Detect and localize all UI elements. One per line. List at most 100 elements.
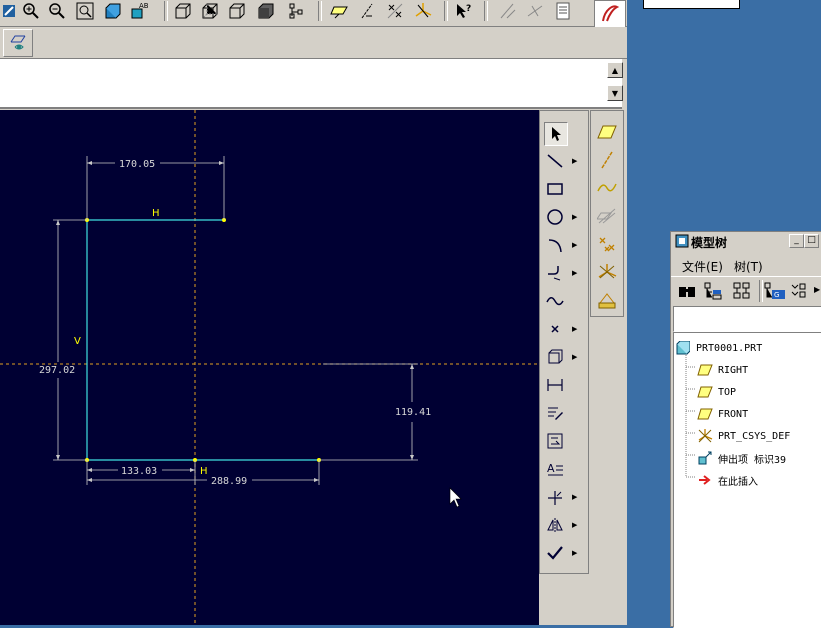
flyout-arrow-icon[interactable]: ▶: [572, 549, 577, 557]
flyout-arrow-icon[interactable]: ▶: [572, 269, 577, 277]
toolbar-separator: [759, 280, 763, 302]
toolbar-more-arrow-icon[interactable]: ▶: [814, 285, 820, 294]
minimize-button[interactable]: _: [789, 234, 804, 248]
dimension-bottom-short[interactable]: 133.03: [121, 466, 157, 477]
tree-filter-icon[interactable]: [704, 282, 724, 303]
datum-axes-display-icon[interactable]: [356, 0, 378, 22]
datum-points-display-icon[interactable]: [384, 0, 406, 22]
hidden-line-icon[interactable]: [199, 0, 221, 22]
constraint-icon: [544, 430, 566, 452]
text-icon: A: [544, 458, 566, 480]
tree-node-right[interactable]: RIGHT: [696, 360, 748, 380]
dimension-icon: [544, 374, 566, 396]
sketch-drawing: 170.05 297.02 119.41 133.03 288.99 H V H: [0, 110, 539, 625]
arc-tool[interactable]: ▶: [544, 232, 584, 258]
message-scroll-up-button[interactable]: ▲: [607, 62, 623, 78]
mouse-cursor-icon: [449, 487, 462, 508]
flyout-arrow-icon[interactable]: ▶: [572, 157, 577, 165]
spline-icon: [544, 290, 566, 312]
find-binoculars-icon[interactable]: [678, 283, 696, 302]
select-tool[interactable]: [544, 121, 584, 147]
toolbar-separator: [318, 1, 322, 21]
datum-planes-display-icon[interactable]: [328, 0, 350, 22]
reorient-icon[interactable]: [101, 0, 123, 22]
maximize-button[interactable]: □: [804, 234, 819, 248]
menu-tree[interactable]: 树(T): [734, 258, 763, 275]
trim-icon: [544, 486, 566, 508]
model-tree-toggle-icon[interactable]: [286, 0, 308, 22]
dimension-tool[interactable]: [544, 372, 584, 398]
svg-text:AB: AB: [139, 2, 148, 10]
tree-node-top[interactable]: TOP: [696, 382, 736, 402]
datum-point-icon: [599, 237, 615, 252]
tree-node-front[interactable]: FRONT: [696, 404, 748, 424]
flyout-arrow-icon[interactable]: ▶: [572, 493, 577, 501]
constraint-tool[interactable]: [544, 428, 584, 454]
wireframe-icon[interactable]: [172, 0, 194, 22]
model-tree-titlebar[interactable]: 模型树 _ □: [671, 232, 821, 250]
line-icon: [544, 150, 566, 172]
point-tool[interactable]: ▶: [544, 316, 584, 342]
saved-views-icon[interactable]: AB: [128, 0, 150, 22]
spline-tool[interactable]: [544, 288, 584, 314]
text-tool[interactable]: A: [544, 456, 584, 482]
analysis-tool[interactable]: [594, 287, 620, 313]
tree-node-insert-here[interactable]: 在此插入: [696, 470, 758, 490]
dimension-height[interactable]: 297.02: [39, 365, 75, 376]
protrusion-icon: [696, 450, 714, 466]
tree-node-protrusion[interactable]: 伸出项 标识39: [696, 448, 786, 468]
csys-display-icon[interactable]: [412, 0, 434, 22]
dimension-right-height[interactable]: 119.41: [395, 407, 431, 418]
flyout-arrow-icon[interactable]: ▶: [572, 241, 577, 249]
message-area: ▲ ▼: [0, 59, 623, 109]
flyout-arrow-icon[interactable]: ▶: [572, 325, 577, 333]
datum-axis-tool[interactable]: [594, 147, 620, 173]
rectangle-tool[interactable]: [544, 176, 584, 202]
coordinate-system-tool[interactable]: [594, 259, 620, 285]
datum-curve-tool[interactable]: [594, 175, 620, 201]
tree-node-csys[interactable]: PRT_CSYS_DEF: [696, 426, 790, 446]
datum-plane-icon: [597, 125, 617, 139]
sketch-view-icon[interactable]: [3, 29, 33, 57]
datum-plane-tool[interactable]: [594, 119, 620, 145]
done-sketch-tool[interactable]: ▶: [544, 540, 584, 566]
toolbar-separator: [484, 1, 488, 21]
modify-tool[interactable]: [544, 400, 584, 426]
menu-file[interactable]: 文件(E): [682, 258, 723, 275]
refit-icon[interactable]: [74, 0, 96, 22]
zoom-in-icon[interactable]: [20, 0, 42, 22]
notebook-icon[interactable]: [552, 0, 574, 22]
secondary-toolbar: [0, 27, 627, 59]
shading-icon[interactable]: [255, 0, 277, 22]
model-tree-menubar: 文件(E) 树(T): [671, 252, 821, 274]
trim-tool[interactable]: ▶: [544, 484, 584, 510]
use-edge-tool[interactable]: ▶: [544, 344, 584, 370]
model-tree-search-field[interactable]: [673, 306, 821, 332]
flyout-arrow-icon[interactable]: ▶: [572, 521, 577, 529]
sketch-canvas[interactable]: 170.05 297.02 119.41 133.03 288.99 H V H: [0, 110, 539, 625]
mirror-tool[interactable]: ▶: [544, 512, 584, 538]
dimension-top-width[interactable]: 170.05: [119, 159, 155, 170]
no-hidden-icon[interactable]: [226, 0, 248, 22]
sketcher-toolbar: ▶ ▶ ▶ ▶ ▶ ▶ A ▶ ▶ ▶: [539, 110, 589, 574]
tree-node-root[interactable]: PRT0001.PRT: [674, 338, 762, 358]
svg-text:G: G: [774, 291, 779, 299]
datum-plane-icon: [696, 406, 714, 422]
tree-columns-icon[interactable]: [732, 282, 752, 303]
flyout-arrow-icon[interactable]: ▶: [572, 353, 577, 361]
circle-tool[interactable]: ▶: [544, 204, 584, 230]
fillet-tool[interactable]: ▶: [544, 260, 584, 286]
dimension-bottom-total[interactable]: 288.99: [211, 476, 247, 487]
repaint-icon[interactable]: [0, 0, 22, 22]
tree-expand-icon[interactable]: [789, 282, 807, 303]
point-x-icon: [544, 318, 566, 340]
context-help-icon[interactable]: ?: [453, 0, 475, 22]
flyout-arrow-icon[interactable]: ▶: [572, 213, 577, 221]
zoom-out-icon[interactable]: [46, 0, 68, 22]
tree-settings-icon[interactable]: G: [764, 282, 786, 303]
line-tool[interactable]: ▶: [544, 148, 584, 174]
horizontal-constraint-bottom: H: [200, 466, 208, 477]
datum-point-tool[interactable]: [594, 231, 620, 257]
mirror-icon: [544, 514, 566, 536]
message-scroll-down-button[interactable]: ▼: [607, 85, 623, 101]
